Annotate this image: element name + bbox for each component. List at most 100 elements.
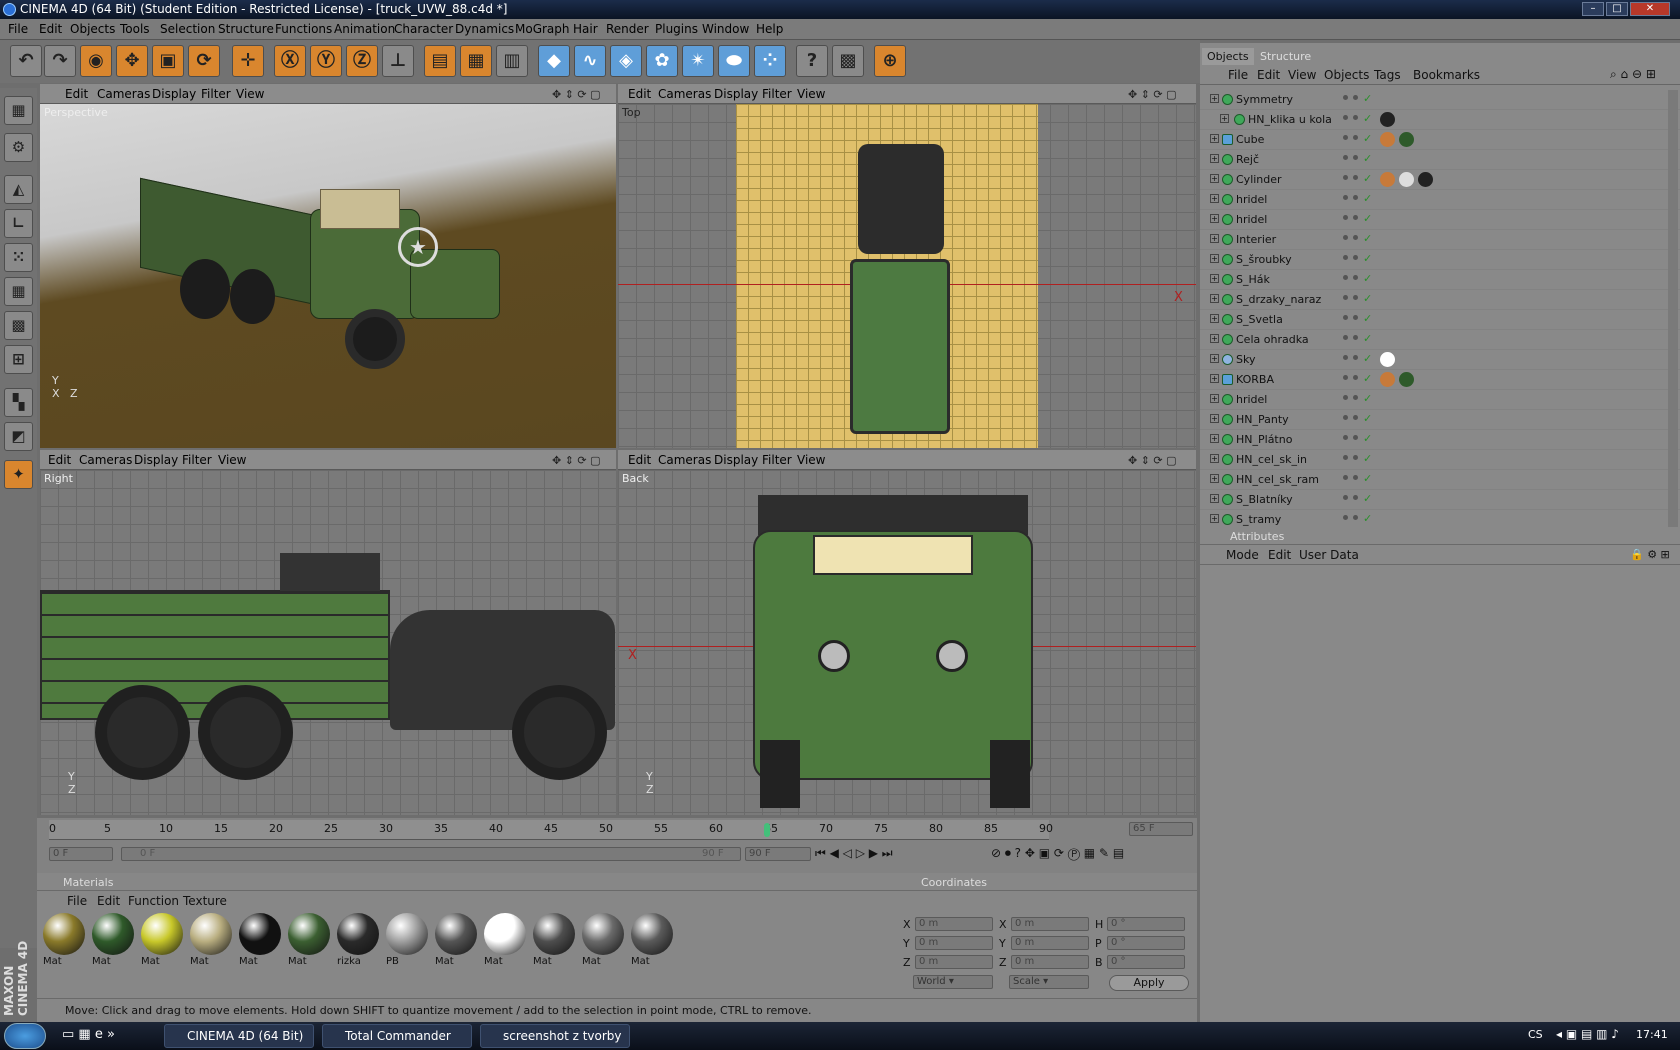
object-row[interactable]: + HN_Plátno ✓: [1200, 430, 1680, 450]
expand-icon[interactable]: +: [1210, 474, 1219, 483]
uv-points-icon[interactable]: ⊞: [4, 345, 33, 374]
vp3-nav-icons[interactable]: ✥ ⇕ ⟳ ▢: [552, 454, 601, 467]
menu-character[interactable]: Character: [394, 22, 453, 36]
attributes-lock-icon[interactable]: 🔒 ⚙ ⊞: [1630, 548, 1670, 561]
enabled-check-icon[interactable]: ✓: [1363, 212, 1372, 225]
expand-icon[interactable]: +: [1210, 374, 1219, 383]
editor-visibility-dot[interactable]: [1343, 475, 1348, 480]
tab-structure[interactable]: Structure: [1255, 48, 1316, 65]
live-selection-icon[interactable]: ◉: [80, 45, 112, 77]
current-frame-field[interactable]: 65 F: [1129, 822, 1193, 836]
object-name[interactable]: KORBA: [1236, 373, 1274, 386]
render-visibility-dot[interactable]: [1353, 295, 1358, 300]
object-row[interactable]: + Cube ✓: [1200, 130, 1680, 150]
vp3-menu-filter[interactable]: Filter: [182, 453, 212, 467]
make-editable-icon[interactable]: ⚙: [4, 133, 33, 162]
material-swatch[interactable]: Mat: [433, 913, 479, 973]
render-visibility-dot[interactable]: [1353, 235, 1358, 240]
object-name[interactable]: Interier: [1236, 233, 1276, 246]
y-axis-lock-icon[interactable]: Ⓨ: [310, 45, 342, 77]
enabled-check-icon[interactable]: ✓: [1363, 272, 1372, 285]
vp2-menu-edit[interactable]: Edit: [628, 87, 651, 101]
scale-icon[interactable]: ▣: [152, 45, 184, 77]
object-name[interactable]: HN_cel_sk_ram: [1236, 473, 1319, 486]
language-indicator[interactable]: CS: [1528, 1028, 1543, 1041]
cube-primitive-icon[interactable]: ◆: [538, 45, 570, 77]
materials-menu-edit[interactable]: Edit: [97, 894, 120, 908]
close-button[interactable]: ✕: [1630, 2, 1670, 16]
texture-mode-icon[interactable]: ▚: [4, 388, 33, 417]
array-icon[interactable]: ✿: [646, 45, 678, 77]
enabled-check-icon[interactable]: ✓: [1363, 312, 1372, 325]
menu-mograph[interactable]: MoGraph: [515, 22, 570, 36]
menu-hair[interactable]: Hair: [573, 22, 598, 36]
material-swatch[interactable]: Mat: [139, 913, 185, 973]
object-name[interactable]: HN_klika u kola: [1248, 113, 1332, 126]
enabled-check-icon[interactable]: ✓: [1363, 492, 1372, 505]
enabled-check-icon[interactable]: ✓: [1363, 292, 1372, 305]
material-tag-icon[interactable]: [1399, 172, 1414, 187]
editor-visibility-dot[interactable]: [1343, 375, 1348, 380]
object-name[interactable]: hridel: [1236, 193, 1267, 206]
object-name[interactable]: HN_Panty: [1236, 413, 1289, 426]
task-cinema4d[interactable]: CINEMA 4D (64 Bit) ...: [164, 1024, 314, 1048]
enabled-check-icon[interactable]: ✓: [1363, 172, 1372, 185]
move-icon[interactable]: ✥: [116, 45, 148, 77]
vp1-nav-icons[interactable]: ✥ ⇕ ⟳ ▢: [552, 88, 601, 101]
vp1-menu-cameras[interactable]: Cameras: [97, 87, 150, 101]
material-tag-icon[interactable]: [1399, 132, 1414, 147]
enabled-check-icon[interactable]: ✓: [1363, 412, 1372, 425]
enabled-check-icon[interactable]: ✓: [1363, 152, 1372, 165]
editor-visibility-dot[interactable]: [1343, 415, 1348, 420]
editor-visibility-dot[interactable]: [1343, 455, 1348, 460]
scene-object-icon[interactable]: ⬬: [718, 45, 750, 77]
vp1-menu-filter[interactable]: Filter: [201, 87, 231, 101]
expand-icon[interactable]: +: [1210, 174, 1219, 183]
object-name[interactable]: S_Svetla: [1236, 313, 1283, 326]
object-row[interactable]: + S_drzaky_naraz ✓: [1200, 290, 1680, 310]
menu-animation[interactable]: Animation: [334, 22, 395, 36]
object-name[interactable]: Cylinder: [1236, 173, 1282, 186]
undo-icon[interactable]: ↶: [10, 45, 42, 77]
render-picture-viewer-icon[interactable]: ▦: [460, 45, 492, 77]
record-key-icons[interactable]: ⊘ ⏺ ? ✥ ▣ ⟳ Ⓟ ▦ ✎ ▤: [991, 846, 1191, 862]
render-visibility-dot[interactable]: [1353, 175, 1358, 180]
object-name[interactable]: hridel: [1236, 213, 1267, 226]
vp4-menu-filter[interactable]: Filter: [762, 453, 792, 467]
vp1-menu-display[interactable]: Display: [152, 87, 196, 101]
enabled-check-icon[interactable]: ✓: [1363, 132, 1372, 145]
object-row[interactable]: + Sky ✓: [1200, 350, 1680, 370]
render-visibility-dot[interactable]: [1353, 95, 1358, 100]
objects-menu-view[interactable]: View: [1288, 68, 1316, 82]
coord-value-field[interactable]: 0 °: [1107, 936, 1185, 950]
object-row[interactable]: + S_Hák ✓: [1200, 270, 1680, 290]
object-row[interactable]: + HN_Panty ✓: [1200, 410, 1680, 430]
editor-visibility-dot[interactable]: [1343, 95, 1348, 100]
object-row[interactable]: + S_šroubky ✓: [1200, 250, 1680, 270]
viewport-right[interactable]: Right YZ: [40, 470, 616, 815]
coord-value-field[interactable]: 0 m: [1011, 936, 1089, 950]
attributes-menu-edit[interactable]: Edit: [1268, 548, 1291, 562]
enabled-check-icon[interactable]: ✓: [1363, 232, 1372, 245]
coord-value-field[interactable]: 0 m: [1011, 917, 1089, 931]
menu-structure[interactable]: Structure: [218, 22, 274, 36]
materials-menu-function[interactable]: Function: [128, 894, 179, 908]
editor-visibility-dot[interactable]: [1343, 515, 1348, 520]
render-visibility-dot[interactable]: [1353, 455, 1358, 460]
editor-visibility-dot[interactable]: [1343, 195, 1348, 200]
render-visibility-dot[interactable]: [1353, 115, 1358, 120]
objects-menu-file[interactable]: File: [1228, 68, 1248, 82]
coord-value-field[interactable]: 0 °: [1107, 917, 1185, 931]
editor-visibility-dot[interactable]: [1343, 295, 1348, 300]
object-row[interactable]: + S_Blatníky ✓: [1200, 490, 1680, 510]
material-swatch[interactable]: Mat: [237, 913, 283, 973]
z-axis-lock-icon[interactable]: Ⓩ: [346, 45, 378, 77]
enabled-check-icon[interactable]: ✓: [1363, 332, 1372, 345]
objects-menu-bookmarks[interactable]: Bookmarks: [1413, 68, 1480, 82]
object-row[interactable]: + KORBA ✓: [1200, 370, 1680, 390]
material-swatch[interactable]: rizka: [335, 913, 381, 973]
attributes-menu-mode[interactable]: Mode: [1226, 548, 1259, 562]
object-row[interactable]: + HN_cel_sk_ram ✓: [1200, 470, 1680, 490]
object-row[interactable]: + S_tramy ✓: [1200, 510, 1680, 527]
material-swatch[interactable]: Mat: [286, 913, 332, 973]
